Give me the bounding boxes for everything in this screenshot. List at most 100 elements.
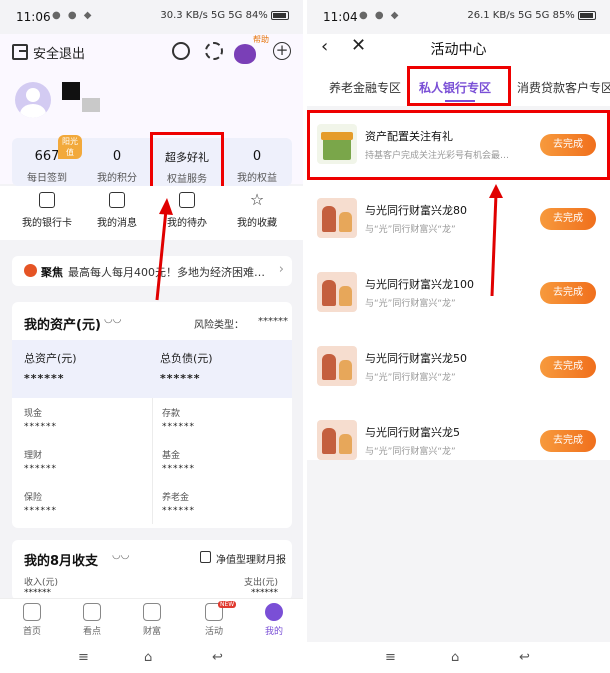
quick-label: 我的收藏 bbox=[237, 218, 277, 229]
battery-level: 84% bbox=[245, 10, 268, 21]
activity-item[interactable]: 与光同行财富兴龙5 与“光”同行财富兴“龙” 去完成 bbox=[307, 406, 610, 480]
status-bar: 11:06 ● ● ◆ 30.3 KB/s 5G 5G 84% bbox=[0, 0, 303, 34]
income-label: 收入(元) bbox=[24, 578, 59, 588]
report-icon bbox=[200, 551, 211, 563]
complete-button[interactable]: 去完成 bbox=[540, 282, 596, 304]
complete-button[interactable]: 去完成 bbox=[540, 356, 596, 378]
tab-wealth[interactable]: 财富 bbox=[126, 603, 178, 637]
tab-home[interactable]: 首页 bbox=[6, 603, 58, 637]
hide-eye-icon[interactable]: ◡◡ bbox=[104, 314, 121, 325]
tab-label: 财富 bbox=[142, 627, 161, 637]
stat-my-rights[interactable]: 0 我的权益 bbox=[222, 138, 292, 184]
logout-icon[interactable] bbox=[12, 44, 28, 60]
asset-item-label: 理财 bbox=[24, 451, 43, 461]
news-icon bbox=[83, 603, 101, 621]
activity-item[interactable]: 与光同行财富兴龙50 与“光”同行财富兴“龙” 去完成 bbox=[307, 332, 610, 406]
tab-discover[interactable]: 看点 bbox=[66, 603, 118, 637]
help-mascot-icon[interactable] bbox=[234, 44, 256, 64]
totals-row: 总资产(元) ****** 总负债(元) ****** bbox=[12, 340, 292, 398]
quick-nav: 我的银行卡 我的消息 我的待办 ☆ 我的收藏 bbox=[0, 186, 303, 240]
help-label[interactable]: 帮助 bbox=[253, 34, 269, 45]
status-time: 11:06 bbox=[16, 10, 51, 24]
home-nav-icon[interactable]: ⌂ bbox=[451, 650, 459, 665]
activity-item[interactable]: 与光同行财富兴龙100 与“光”同行财富兴“龙” 去完成 bbox=[307, 258, 610, 332]
new-badge: NEW bbox=[218, 601, 237, 608]
quick-item-favorites[interactable]: ☆ 我的收藏 bbox=[222, 192, 292, 230]
stat-value: 0 bbox=[112, 149, 122, 164]
username-mosaic-2 bbox=[82, 98, 100, 112]
quick-label: 我的待办 bbox=[167, 218, 207, 229]
chevron-right-icon: › bbox=[278, 262, 284, 277]
quick-label: 我的银行卡 bbox=[22, 218, 72, 229]
battery-icon bbox=[578, 10, 596, 20]
tab-pension[interactable]: 养老金融专区 bbox=[329, 79, 401, 96]
user-icon bbox=[265, 603, 283, 621]
status-bar: 11:04 ● ● ◆ 26.1 KB/s 5G 5G 85% bbox=[307, 0, 610, 34]
sunshine-badge: 阳光值 bbox=[58, 135, 82, 159]
left-screen: 11:06 ● ● ◆ 30.3 KB/s 5G 5G 84% 安全退出 帮助 … bbox=[0, 0, 303, 673]
asset-item-value[interactable]: ****** bbox=[162, 464, 195, 474]
highlight-box bbox=[307, 110, 610, 180]
activity-desc: 与“光”同行财富兴“龙” bbox=[365, 225, 456, 235]
asset-item-value[interactable]: ****** bbox=[162, 422, 195, 432]
card-icon bbox=[39, 192, 55, 208]
total-assets-value[interactable]: ****** bbox=[24, 372, 65, 385]
complete-button[interactable]: 去完成 bbox=[540, 430, 596, 452]
status-time: 11:04 bbox=[323, 10, 358, 24]
activity-item[interactable]: 与光同行财富兴龙80 与“光”同行财富兴“龙” 去完成 bbox=[307, 184, 610, 258]
menu-icon[interactable]: ≡ bbox=[78, 650, 89, 665]
asset-item-value[interactable]: ****** bbox=[162, 506, 195, 516]
network-speed: 30.3 KB/s bbox=[160, 10, 208, 21]
asset-item-value[interactable]: ****** bbox=[24, 506, 57, 516]
logout-button[interactable]: 安全退出 bbox=[33, 43, 85, 62]
stat-sign-in[interactable]: 阳光值 667 每日签到 bbox=[12, 135, 82, 184]
column-divider bbox=[152, 398, 153, 524]
asset-item-value[interactable]: ****** bbox=[24, 422, 57, 432]
asset-item-label: 现金 bbox=[24, 409, 43, 419]
monthly-report-link[interactable]: 净值型理财月报 bbox=[216, 551, 286, 566]
total-assets-label: 总资产(元) bbox=[24, 352, 77, 365]
page-title: 活动中心 bbox=[430, 42, 487, 58]
search-icon[interactable] bbox=[172, 42, 190, 60]
notification-icons: ● ● ◆ bbox=[52, 10, 94, 21]
tab-consumer-loan[interactable]: 消费贷款客户专区 bbox=[517, 79, 610, 96]
activity-name: 与光同行财富兴龙80 bbox=[365, 204, 467, 217]
total-debt-value[interactable]: ****** bbox=[160, 372, 201, 385]
add-icon[interactable]: + bbox=[273, 42, 291, 60]
notification-icons: ● ● ◆ bbox=[359, 10, 401, 21]
quick-item-messages[interactable]: 我的消息 bbox=[82, 192, 152, 229]
stat-points[interactable]: 0 我的积分 bbox=[82, 138, 152, 184]
system-nav-bar: ≡ ⌂ ↩ bbox=[0, 642, 303, 673]
assets-title: 我的资产(元) bbox=[24, 318, 101, 333]
activity-thumbnail bbox=[317, 346, 357, 386]
complete-button[interactable]: 去完成 bbox=[540, 208, 596, 230]
tab-mine[interactable]: 我的 bbox=[248, 603, 300, 637]
back-nav-icon[interactable]: ↩ bbox=[212, 650, 223, 665]
avatar[interactable] bbox=[15, 82, 51, 118]
right-screen: 11:04 ● ● ◆ 26.1 KB/s 5G 5G 85% ‹ ✕ 活动中心… bbox=[307, 0, 610, 673]
home-icon bbox=[23, 603, 41, 621]
username-mosaic bbox=[62, 82, 80, 100]
risk-type-label: 风险类型： bbox=[194, 320, 244, 331]
tab-label: 活动 bbox=[204, 627, 223, 637]
risk-type-value: ****** bbox=[258, 316, 288, 327]
menu-icon[interactable]: ≡ bbox=[385, 650, 396, 665]
banner-tag: 聚焦 bbox=[41, 266, 63, 279]
quick-item-todo[interactable]: 我的待办 bbox=[152, 192, 222, 229]
activity-name: 与光同行财富兴龙50 bbox=[365, 352, 467, 365]
news-banner[interactable]: 聚焦 最高每人每月400元！多地为经济困难… › bbox=[12, 256, 292, 286]
hide-eye-icon[interactable]: ◡◡ bbox=[112, 550, 129, 561]
tab-activity[interactable]: NEW 活动 bbox=[188, 601, 240, 637]
highlight-box bbox=[150, 132, 224, 194]
income-title: 我的8月收支 bbox=[24, 554, 99, 569]
activity-thumbnail bbox=[317, 198, 357, 238]
home-nav-icon[interactable]: ⌂ bbox=[144, 650, 152, 665]
income-card: 我的8月收支 ◡◡ 净值型理财月报 收入(元) 支出(元) ****** ***… bbox=[12, 540, 292, 600]
asset-item-value[interactable]: ****** bbox=[24, 464, 57, 474]
activity-name: 与光同行财富兴龙5 bbox=[365, 426, 460, 439]
battery-icon bbox=[271, 10, 289, 20]
back-nav-icon[interactable]: ↩ bbox=[519, 650, 530, 665]
activity-name: 与光同行财富兴龙100 bbox=[365, 278, 474, 291]
quick-item-bank-card[interactable]: 我的银行卡 bbox=[12, 192, 82, 229]
settings-icon[interactable] bbox=[205, 42, 223, 60]
